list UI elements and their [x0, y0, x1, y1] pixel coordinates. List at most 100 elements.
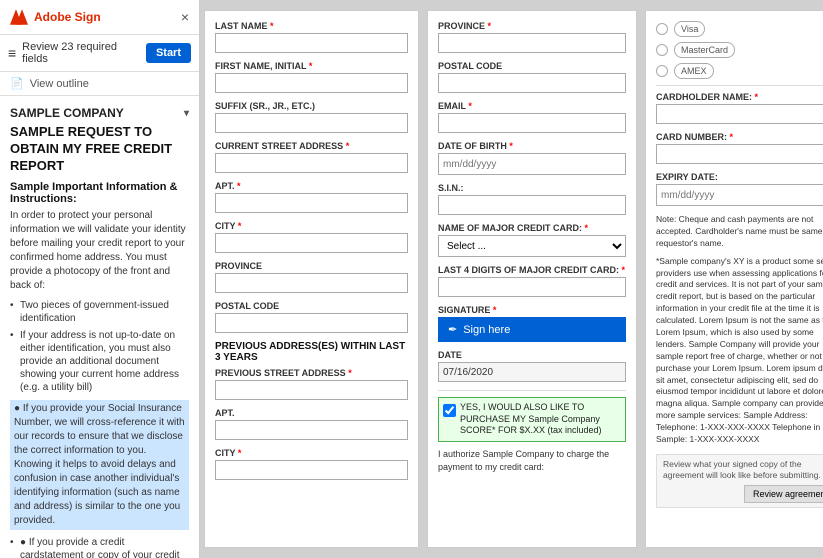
sin-label: S.I.N.: — [438, 183, 626, 193]
right-panel: Visa MasterCard AMEX Cardholder Name: * … — [645, 10, 823, 548]
visa-radio[interactable] — [656, 23, 668, 35]
dob-group: DATE OF BIRTH * — [438, 141, 626, 175]
card-last4-group: LAST 4 DIGITS OF MAJOR CREDIT CARD: * — [438, 265, 626, 297]
bullet-item-3: ● If you provide a credit cardstatement … — [10, 536, 189, 558]
chevron-down-icon[interactable]: ▾ — [184, 108, 189, 119]
email-input[interactable] — [438, 113, 626, 133]
app-logo: Adobe Sign — [10, 8, 101, 26]
date-group: Date — [438, 350, 626, 382]
bullet-item-1: Two pieces of government-issued identifi… — [10, 299, 189, 325]
view-outline-bar[interactable]: 📄 View outline — [0, 72, 199, 96]
card-name-group: NAME OF MAJOR CREDIT CARD: * Select ... — [438, 223, 626, 257]
expiry-group: Expiry Date: — [656, 172, 823, 206]
purchase-checkbox-row: YES, I WOULD ALSO LIKE TO PURCHASE MY Sa… — [438, 397, 626, 442]
street-label: CURRENT STREET ADDRESS * — [215, 141, 408, 151]
sidebar-toolbar: ≡ Review 23 required fields Start — [0, 35, 199, 72]
mastercard-radio[interactable] — [656, 44, 668, 56]
street-input[interactable] — [215, 153, 408, 173]
view-outline-label: View outline — [30, 78, 89, 90]
sin-group: S.I.N.: — [438, 183, 626, 215]
purchase-checkbox-label: YES, I WOULD ALSO LIKE TO PURCHASE MY Sa… — [460, 402, 621, 437]
hamburger-icon[interactable]: ≡ — [8, 45, 16, 61]
cardholder-input[interactable] — [656, 104, 823, 124]
center-panel: PROVINCE * POSTAL CODE EMAIL * DATE OF B… — [427, 10, 637, 548]
sign-here-button[interactable]: ✒ Sign here — [438, 317, 626, 342]
instructions-heading: Sample Important Information & Instructi… — [10, 181, 189, 205]
expiry-input[interactable] — [656, 184, 823, 206]
close-button[interactable]: × — [181, 9, 189, 25]
province2-input[interactable] — [438, 33, 626, 53]
sidebar: Adobe Sign × ≡ Review 23 required fields… — [0, 0, 200, 558]
bullet-list-2: ● If you provide a credit cardstatement … — [10, 536, 189, 558]
form-panel-1: LAST NAME * FIRST NAME, INITIAL * SUFFIX… — [204, 10, 419, 548]
prev-street-label: PREVIOUS STREET ADDRESS * — [215, 368, 408, 378]
amex-chip: AMEX — [674, 63, 714, 79]
province2-label: PROVINCE * — [438, 21, 626, 31]
purchase-checkbox[interactable] — [443, 404, 456, 417]
card-last4-label: LAST 4 DIGITS OF MAJOR CREDIT CARD: * — [438, 265, 626, 275]
city-input[interactable] — [215, 233, 408, 253]
prev-city-group: CITY * — [215, 448, 408, 480]
suffix-label: SUFFIX (Sr., Jr., etc.) — [215, 101, 408, 111]
card-number-input[interactable] — [656, 144, 823, 164]
city-group: CITY * — [215, 221, 408, 253]
province-input[interactable] — [215, 273, 408, 293]
card-name-label: NAME OF MAJOR CREDIT CARD: * — [438, 223, 626, 233]
last-name-group: LAST NAME * — [215, 21, 408, 53]
review-agreement-button[interactable]: Review agreement — [744, 485, 823, 503]
cardholder-label: Cardholder Name: * — [656, 92, 823, 102]
suffix-group: SUFFIX (Sr., Jr., etc.) — [215, 101, 408, 133]
apt-input[interactable] — [215, 193, 408, 213]
visa-chip: Visa — [674, 21, 705, 37]
postal-label: POSTAL CODE — [215, 301, 408, 311]
last-name-label: LAST NAME * — [215, 21, 408, 31]
prev-apt-group: APT. — [215, 408, 408, 440]
start-button[interactable]: Start — [146, 43, 191, 63]
postal2-group: POSTAL CODE — [438, 61, 626, 93]
date-label: Date — [438, 350, 626, 360]
note-text: Note: Cheque and cash payments are not a… — [656, 214, 823, 250]
review-fields-label: Review 23 required fields — [22, 41, 140, 65]
first-name-input[interactable] — [215, 73, 408, 93]
asterisk-note: *Sample company's XY is a product some s… — [656, 256, 823, 446]
card-name-select[interactable]: Select ... — [438, 235, 626, 257]
street-group: CURRENT STREET ADDRESS * — [215, 141, 408, 173]
postal-group: POSTAL CODE — [215, 301, 408, 333]
sidebar-header: Adobe Sign × — [0, 0, 199, 35]
card-number-label: Card Number: * — [656, 132, 823, 142]
amex-option: AMEX — [656, 63, 823, 79]
postal2-input[interactable] — [438, 73, 626, 93]
city-label: CITY * — [215, 221, 408, 231]
postal-input[interactable] — [215, 313, 408, 333]
document-icon: 📄 — [10, 77, 24, 90]
dob-label: DATE OF BIRTH * — [438, 141, 626, 151]
sin-input[interactable] — [438, 195, 626, 215]
prev-address-section-title: PREVIOUS ADDRESS(ES) WITHIN LAST 3 YEARS — [215, 341, 408, 363]
card-last4-input[interactable] — [438, 277, 626, 297]
apt-group: APT. * — [215, 181, 408, 213]
body-para1: In order to protect your personal inform… — [10, 209, 189, 293]
cardholder-group: Cardholder Name: * — [656, 92, 823, 124]
bullet-item-2: If your address is not up-to-date on eit… — [10, 329, 189, 394]
prev-city-input[interactable] — [215, 460, 408, 480]
last-name-input[interactable] — [215, 33, 408, 53]
review-agreement-text: Review what your signed copy of the agre… — [663, 459, 823, 481]
bullet-list: Two pieces of government-issued identifi… — [10, 299, 189, 394]
apt-label: APT. * — [215, 181, 408, 191]
sidebar-content: SAMPLE COMPANY ▾ SAMPLE REQUEST TO OBTAI… — [0, 96, 199, 558]
email-label: EMAIL * — [438, 101, 626, 111]
auth-text: I authorize Sample Company to charge the… — [438, 448, 626, 473]
prev-apt-input[interactable] — [215, 420, 408, 440]
suffix-input[interactable] — [215, 113, 408, 133]
signature-label: Signature * — [438, 305, 626, 315]
dob-input[interactable] — [438, 153, 626, 175]
signature-group: Signature * ✒ Sign here — [438, 305, 626, 342]
pen-icon: ✒ — [448, 323, 457, 336]
first-name-group: FIRST NAME, INITIAL * — [215, 61, 408, 93]
amex-radio[interactable] — [656, 65, 668, 77]
prev-street-input[interactable] — [215, 380, 408, 400]
postal2-label: POSTAL CODE — [438, 61, 626, 71]
card-number-group: Card Number: * — [656, 132, 823, 164]
company-name: SAMPLE COMPANY ▾ — [10, 106, 189, 120]
mastercard-chip: MasterCard — [674, 42, 735, 58]
